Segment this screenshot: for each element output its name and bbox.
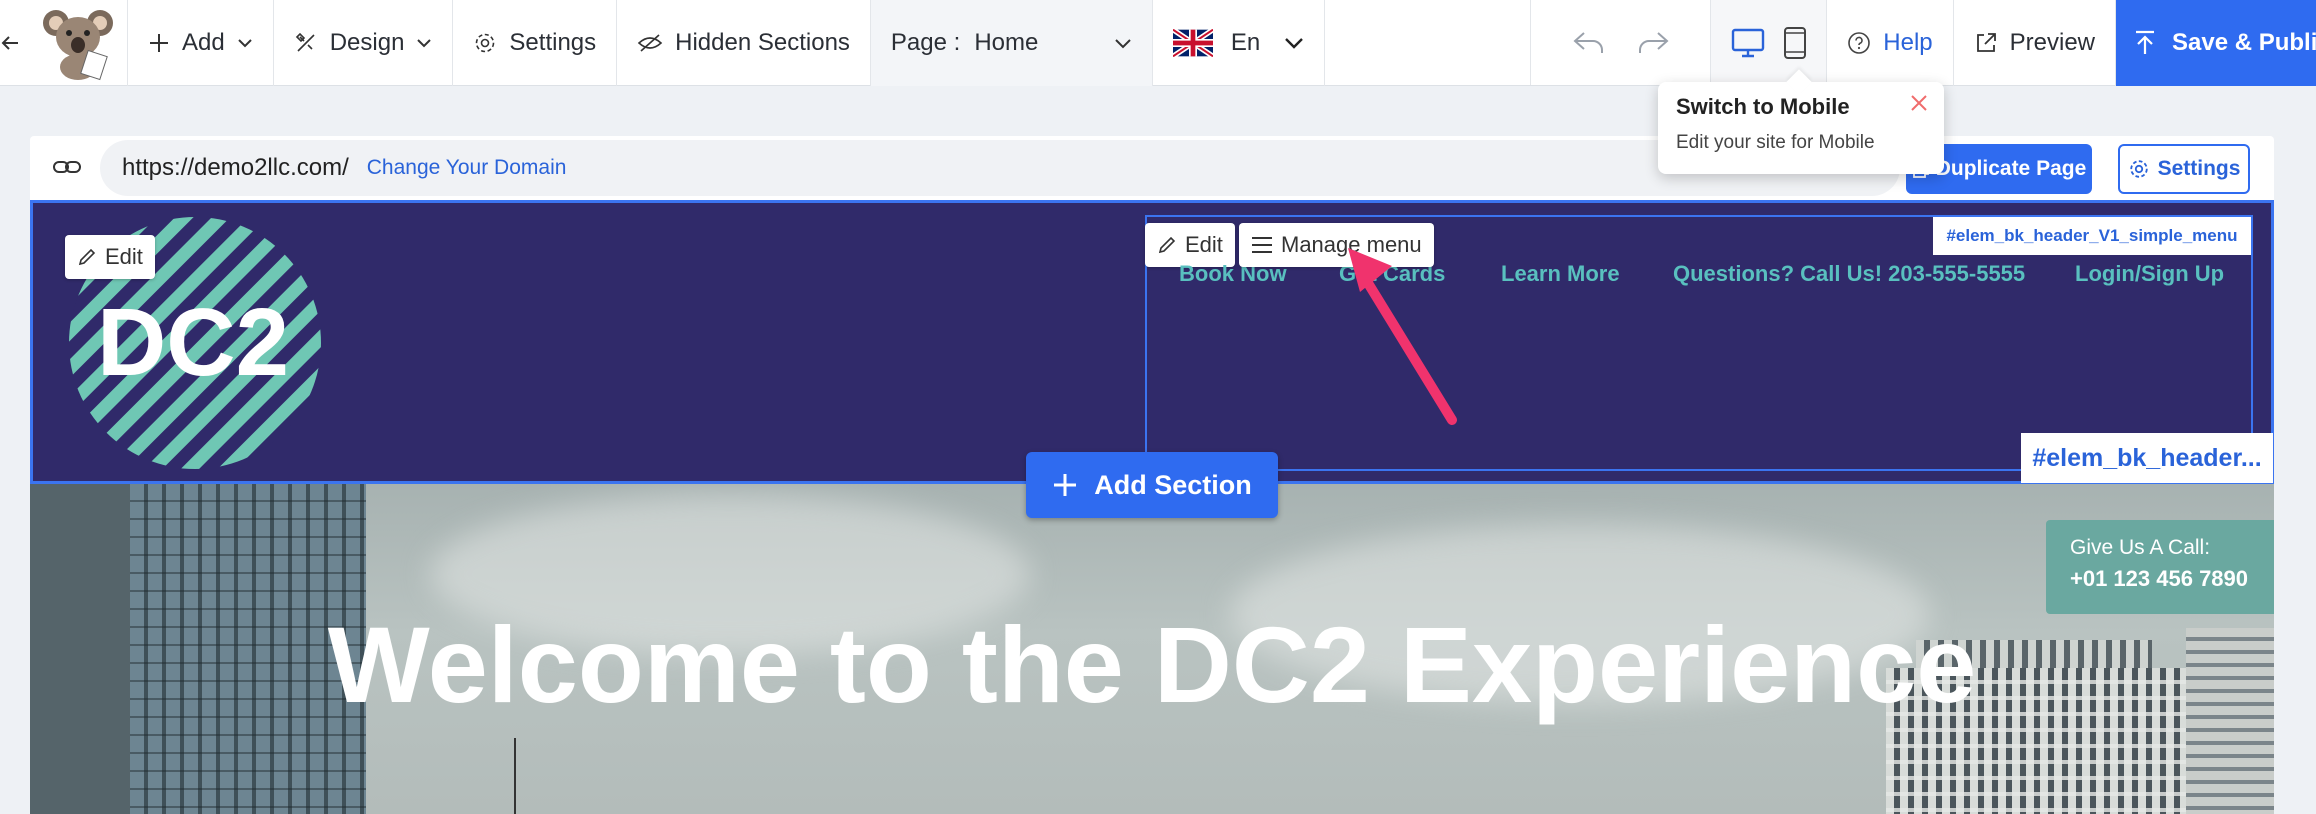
help-label: Help bbox=[1883, 29, 1933, 56]
language-select[interactable]: En bbox=[1153, 0, 1325, 86]
settings-menu[interactable]: Settings bbox=[453, 0, 618, 86]
tooltip-body: Edit your site for Mobile bbox=[1676, 132, 1875, 153]
duplicate-page-label: Duplicate Page bbox=[1935, 157, 2087, 180]
undo-redo-group bbox=[1531, 0, 1712, 86]
help-button[interactable]: Help bbox=[1827, 0, 1954, 86]
element-id-tag: #elem_bk_header_V1_simple_menu bbox=[1933, 217, 2251, 255]
eye-slash-icon bbox=[637, 34, 663, 52]
hidden-sections-button[interactable]: Hidden Sections bbox=[617, 0, 871, 86]
add-section-label: Add Section bbox=[1094, 469, 1252, 500]
nav-link-login[interactable]: Login/Sign Up bbox=[2075, 261, 2224, 287]
gear-icon bbox=[2129, 160, 2148, 178]
tooltip-title: Switch to Mobile bbox=[1676, 94, 1850, 119]
editor-toolbar: Add Design Settings Hidden Sections Page… bbox=[0, 0, 2316, 86]
page-settings-button[interactable]: Settings bbox=[2118, 144, 2250, 194]
hero-title[interactable]: Welcome to the DC2 Experience bbox=[30, 598, 2274, 732]
preview-button[interactable]: Preview bbox=[1954, 0, 2116, 86]
chevron-down-icon bbox=[237, 39, 252, 48]
page-value: Home bbox=[974, 29, 1039, 56]
hamburger-icon bbox=[1252, 237, 1272, 253]
add-section-button[interactable]: Add Section bbox=[1026, 452, 1278, 518]
save-publish-label: Save & Publish bbox=[2172, 29, 2316, 56]
switch-mobile-tooltip: Switch to Mobile Edit your site for Mobi… bbox=[1658, 82, 1944, 174]
url-field: https://demo2llc.com/ Change Your Domain bbox=[100, 140, 1900, 196]
chevron-down-icon bbox=[1115, 39, 1131, 49]
page-settings-label: Settings bbox=[2157, 157, 2241, 180]
design-menu[interactable]: Design bbox=[274, 0, 454, 86]
mobile-icon[interactable] bbox=[1783, 26, 1807, 60]
undo-icon[interactable] bbox=[1572, 29, 1606, 57]
pencil-icon bbox=[78, 248, 96, 266]
external-link-icon bbox=[1976, 33, 1996, 52]
design-label: Design bbox=[329, 29, 405, 56]
hidden-sections-label: Hidden Sections bbox=[675, 29, 850, 56]
logo-edit-button[interactable]: Edit bbox=[65, 235, 155, 279]
save-publish-button[interactable]: Save & Publish bbox=[2116, 0, 2316, 86]
site-url: https://demo2llc.com/ bbox=[122, 154, 349, 181]
uk-flag-icon bbox=[1172, 29, 1213, 57]
section-id-tag: #elem_bk_header... bbox=[2021, 433, 2273, 483]
call-us-box[interactable]: Give Us A Call: +01 123 456 7890 bbox=[2046, 520, 2274, 614]
annotation-arrow-icon bbox=[1348, 248, 1457, 425]
logo-text: DC2 bbox=[97, 289, 289, 396]
arrow-left-icon bbox=[1, 36, 18, 50]
chevron-down-icon bbox=[417, 39, 432, 48]
add-menu[interactable]: Add bbox=[128, 0, 274, 86]
nav-link-questions[interactable]: Questions? Call Us! 203-555-5555 bbox=[1673, 261, 2025, 287]
design-tools-icon bbox=[295, 32, 315, 52]
page-prefix: Page : bbox=[890, 29, 961, 56]
page-select[interactable]: Page : Home bbox=[870, 0, 1153, 86]
gear-icon bbox=[476, 33, 495, 53]
settings-label: Settings bbox=[509, 29, 597, 56]
antenna-pole bbox=[514, 738, 516, 814]
header-section[interactable]: DC2 Edit Edit Book Now Gift Cards Learn … bbox=[30, 200, 2274, 484]
language-label: En bbox=[1230, 29, 1261, 56]
link-icon bbox=[53, 161, 81, 173]
preview-label: Preview bbox=[2009, 29, 2095, 56]
device-switcher bbox=[1711, 0, 1828, 86]
call-number: +01 123 456 7890 bbox=[2070, 566, 2249, 591]
question-circle-icon bbox=[1848, 32, 1871, 54]
logo-edit-label: Edit bbox=[105, 244, 143, 269]
toolbar-spacer bbox=[1325, 0, 1532, 85]
hero-section[interactable]: Welcome to the DC2 Experience Give Us A … bbox=[30, 484, 2274, 814]
menu-edit-label: Edit bbox=[1185, 232, 1223, 257]
koala-mascot-icon bbox=[42, 10, 113, 81]
close-icon[interactable] bbox=[1910, 94, 1928, 112]
call-label: Give Us A Call: bbox=[2070, 536, 2211, 559]
redo-icon[interactable] bbox=[1636, 29, 1670, 57]
change-domain-link[interactable]: Change Your Domain bbox=[367, 156, 567, 180]
plus-icon bbox=[1054, 474, 1077, 496]
upload-icon bbox=[2136, 30, 2154, 54]
chevron-down-icon bbox=[1285, 38, 1303, 49]
pencil-icon bbox=[1158, 236, 1176, 254]
desktop-icon[interactable] bbox=[1731, 28, 1765, 58]
plus-icon bbox=[150, 34, 168, 52]
koala-logo[interactable] bbox=[30, 0, 128, 86]
add-label: Add bbox=[182, 29, 225, 56]
back-button[interactable] bbox=[0, 0, 30, 86]
